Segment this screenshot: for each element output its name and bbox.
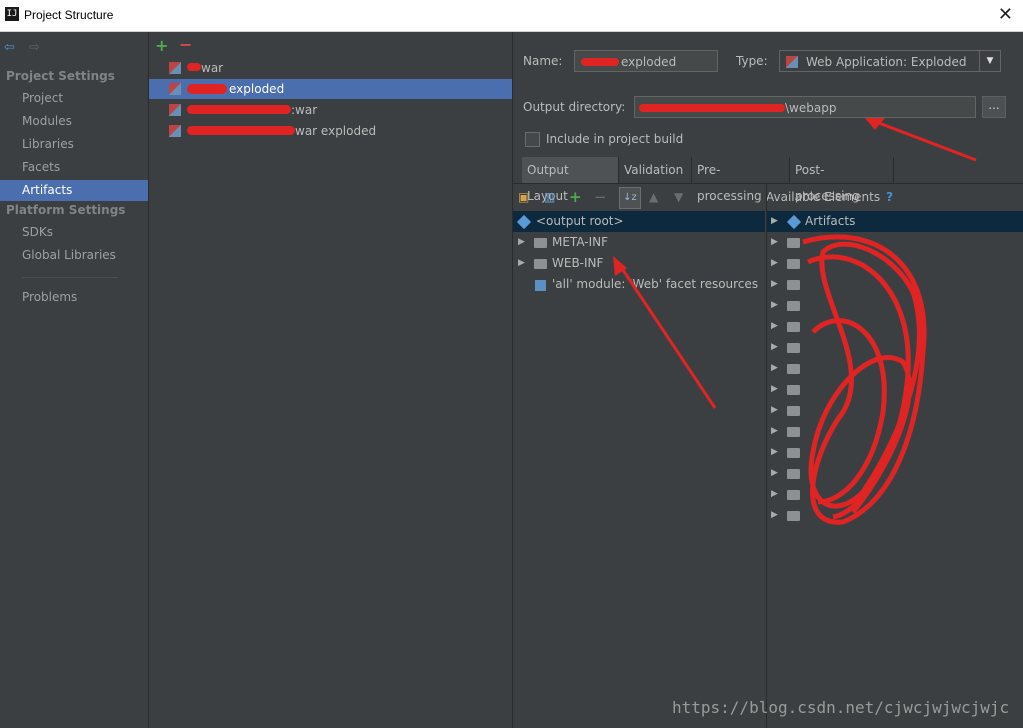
artifact-row-selected[interactable]: exploded [149,79,512,99]
intellij-app-icon: IJ [5,7,19,21]
sidebar-item-libraries[interactable]: Libraries [0,134,148,155]
nav-arrows: ⇦ ⇨ [4,40,50,55]
redaction-mark [187,63,201,71]
settings-sidebar: ⇦ ⇨ Project Settings Project Modules Lib… [0,32,149,728]
sidebar-item-sdks[interactable]: SDKs [0,222,148,243]
sidebar-item-project[interactable]: Project [0,88,148,109]
artifact-label: war [201,61,224,75]
window-title: Project Structure [24,8,114,22]
artifact-row[interactable]: :war [149,100,512,120]
add-artifact-icon[interactable]: + [155,36,168,55]
redaction-mark [187,105,291,114]
close-icon[interactable]: ✕ [998,4,1013,25]
artifact-detail-panel: Name: exploded Type: Web Application: Ex… [513,32,1023,728]
title-bar: IJ Project Structure ✕ [0,0,1023,32]
remove-artifact-icon[interactable]: − [179,35,192,54]
artifact-row[interactable]: war exploded [149,121,512,141]
watermark: https://blog.csdn.net/cjwcjwjwcjwjc [672,698,1010,717]
project-settings-header: Project Settings [6,69,115,83]
artifact-icon [169,125,181,137]
sidebar-item-modules[interactable]: Modules [0,111,148,132]
sidebar-item-artifacts[interactable]: Artifacts [0,180,148,201]
forward-arrow-icon[interactable]: ⇨ [29,40,40,55]
sidebar-item-facets[interactable]: Facets [0,157,148,178]
redaction-mark [187,126,295,135]
artifact-icon [169,83,181,95]
annotation-arrow-output [865,118,977,162]
artifact-label: exploded [229,82,285,96]
artifact-icon [169,62,181,74]
sidebar-item-global-libraries[interactable]: Global Libraries [0,245,148,266]
artifact-label: :war [291,103,318,117]
annotation-arrow-webinf [613,256,717,409]
annotation-scribble [802,234,927,525]
back-arrow-icon[interactable]: ⇦ [4,40,15,55]
artifact-label: war exploded [295,124,377,138]
artifact-icon [169,104,181,116]
sidebar-item-problems[interactable]: Problems [0,287,148,308]
artifact-row[interactable]: war [149,58,512,78]
platform-settings-header: Platform Settings [6,203,126,217]
sidebar-separator [22,277,118,278]
annotation-overlay [613,118,977,525]
redaction-mark [187,84,227,94]
artifacts-panel: + − war exploded :war war exploded [149,32,513,728]
